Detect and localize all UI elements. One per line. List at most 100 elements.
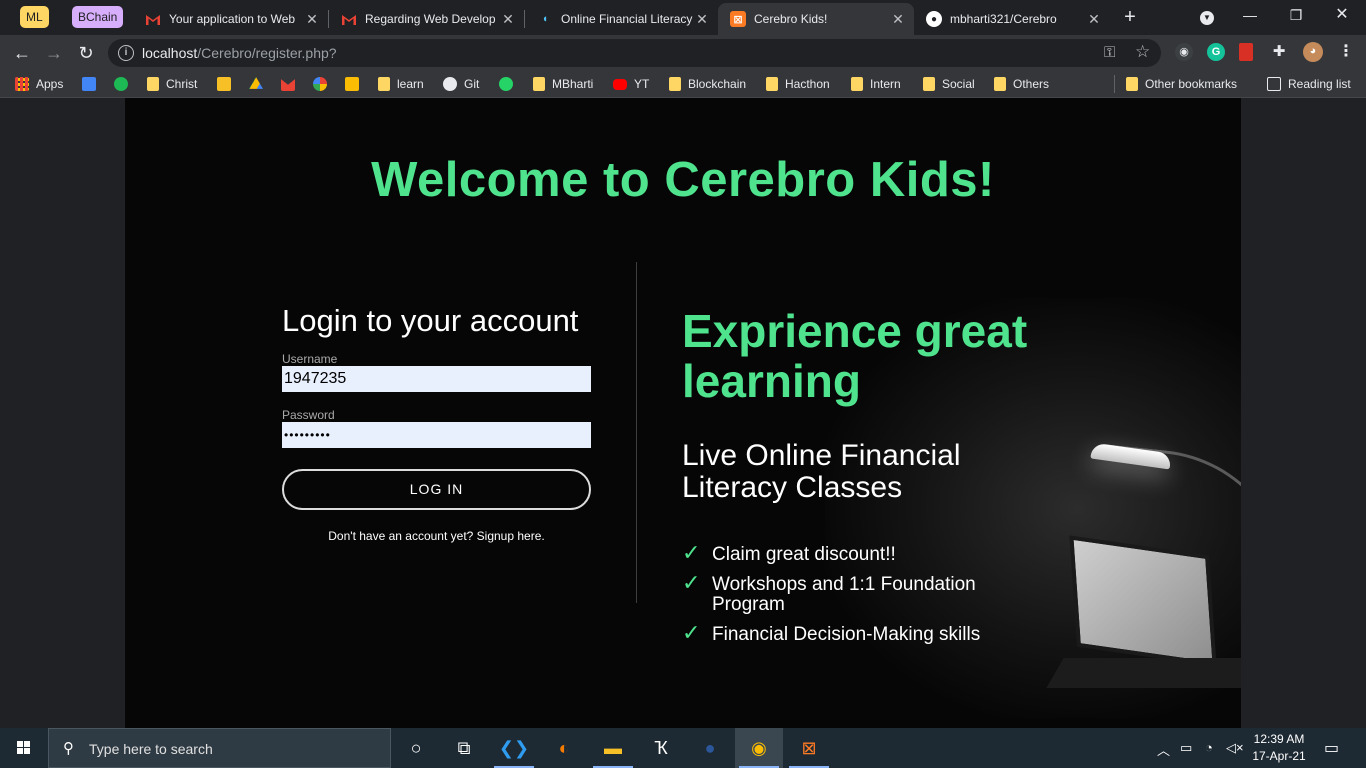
site-info-icon[interactable]: i (118, 45, 134, 61)
tab-financial-literacy[interactable]: ◖ Online Financial Literacy ✕ (525, 3, 718, 35)
signup-link[interactable]: Don't have an account yet? Signup here. (282, 529, 591, 543)
url-host: localhost (142, 45, 198, 61)
google-keep-icon (345, 77, 359, 91)
bookmark-mbharti[interactable]: MBharti (533, 75, 593, 93)
bookmark-star-icon[interactable]: ☆ (1135, 42, 1150, 62)
url-path: /Cerebro/register.php? (197, 45, 337, 61)
tab-title: mbharti321/Cerebro (950, 12, 1057, 26)
bookmarks-separator (1114, 75, 1115, 93)
tab-gmail-application[interactable]: Your application to Web ✕ (133, 3, 328, 35)
folder-icon (147, 77, 159, 91)
bookmark-intern[interactable]: Intern (851, 75, 901, 93)
tray-chevron-icon[interactable]: ︿ (1157, 740, 1170, 759)
forward-button[interactable]: → (40, 39, 68, 67)
notifications-icon[interactable]: ▭ (1324, 738, 1339, 758)
bookmark-sheets[interactable] (82, 75, 103, 93)
clock-date: 17-Apr-21 (1252, 749, 1306, 763)
restore-button[interactable]: ❐ (1273, 0, 1319, 32)
extensions-puzzle-icon[interactable]: ✚ (1270, 43, 1288, 61)
password-field[interactable]: ••••••••• (282, 422, 591, 448)
google-drive-icon (249, 77, 263, 89)
wifi-icon[interactable]: ◔ (1205, 740, 1213, 755)
bookmark-yt[interactable]: YT (613, 75, 649, 93)
profile-avatar[interactable]: ◕ (1303, 42, 1323, 62)
reading-list-icon (1267, 77, 1281, 91)
cortana-icon[interactable]: ○ (392, 728, 440, 768)
whatsapp-icon (499, 77, 513, 91)
word-icon[interactable]: ● (686, 728, 734, 768)
bookmark-christ[interactable]: Christ (147, 75, 197, 93)
eclipse-icon[interactable]: ◐ (540, 728, 588, 768)
tab-title: Regarding Web Develop (365, 12, 496, 26)
grammarly-icon[interactable]: G (1207, 43, 1225, 61)
promo-title: Exprience great learning (682, 305, 1028, 407)
close-tab-icon[interactable]: ✕ (694, 11, 710, 28)
extension-icon[interactable]: ◉ (1175, 43, 1193, 61)
start-button[interactable] (0, 728, 48, 768)
task-view-icon[interactable]: ⧉ (440, 728, 488, 768)
bookmark-photos[interactable] (313, 75, 334, 93)
bookmark-drive[interactable] (249, 75, 270, 93)
promo-subtitle: Live Online Financial Literacy Classes (682, 439, 961, 504)
close-tab-icon[interactable]: ✕ (1086, 11, 1102, 28)
login-button[interactable]: LOG IN (282, 469, 591, 510)
bookmark-social[interactable]: Social (923, 75, 975, 93)
bookmark-apps[interactable]: Apps (15, 75, 63, 93)
tab-search-button[interactable]: ▼ (1184, 0, 1230, 32)
folder-icon (533, 77, 545, 91)
folder-icon (378, 77, 390, 91)
close-tab-icon[interactable]: ✕ (500, 11, 516, 28)
file-explorer-icon[interactable]: ▬ (589, 728, 637, 768)
other-bookmarks-folder[interactable]: Other bookmarks (1126, 75, 1237, 93)
volume-muted-icon[interactable]: ◁× (1226, 740, 1244, 756)
bookmark-classroom[interactable] (217, 75, 238, 93)
close-tab-icon[interactable]: ✕ (304, 11, 320, 28)
bookmark-git[interactable]: Git (443, 75, 479, 93)
tab-github-cerebro[interactable]: ● mbharti321/Cerebro ✕ (914, 3, 1110, 35)
bookmark-spotify[interactable] (114, 75, 135, 93)
username-field[interactable]: 1947235 (282, 366, 591, 392)
chrome-icon[interactable]: ◉ (735, 728, 783, 768)
xampp-icon: ⊠ (730, 11, 746, 27)
key-icon[interactable]: ⚿ (1104, 44, 1115, 61)
folder-icon (669, 77, 681, 91)
search-placeholder: Type here to search (89, 741, 213, 757)
app-icon[interactable]: Ҡ (637, 728, 685, 768)
checkmark-icon: ✓ (682, 540, 701, 565)
bookmark-extension-icon[interactable] (1239, 43, 1253, 61)
background-laptop-screen (1069, 535, 1217, 667)
folder-icon (994, 77, 1006, 91)
close-tab-icon[interactable]: ✕ (890, 11, 906, 28)
bookmark-hacthon[interactable]: Hacthon (766, 75, 830, 93)
back-button[interactable]: ← (8, 39, 36, 67)
address-url[interactable]: localhost/Cerebro/register.php? (142, 45, 337, 61)
bookmark-learn[interactable]: learn (378, 75, 424, 93)
bookmark-whatsapp[interactable] (499, 75, 520, 93)
username-label: Username (282, 352, 338, 366)
vscode-icon[interactable]: ❮❯ (490, 728, 538, 768)
close-window-button[interactable]: ✕ (1319, 0, 1365, 32)
tab-group-bchain[interactable]: BChain (72, 6, 124, 28)
bookmark-blockchain[interactable]: Blockchain (669, 75, 746, 93)
tab-gmail-web-develop[interactable]: Regarding Web Develop ✕ (329, 3, 524, 35)
address-bar[interactable]: i localhost/Cerebro/register.php? ⚿ ☆ (108, 39, 1161, 67)
reload-button[interactable]: ↻ (72, 39, 100, 67)
clock-time: 12:39 AM (1253, 732, 1305, 746)
bookmark-gmail[interactable] (281, 75, 302, 93)
bookmark-keep[interactable] (345, 75, 366, 93)
xampp-icon[interactable]: ⊠ (785, 728, 833, 768)
battery-icon[interactable]: ▭ (1180, 740, 1192, 756)
windows-logo-icon (17, 741, 31, 755)
taskbar-clock[interactable]: 12:39 AM 17-Apr-21 (1252, 731, 1306, 765)
menu-kebab-icon[interactable]: ⋮ (1337, 43, 1355, 61)
taskbar-search-box[interactable]: ⚲ Type here to search (48, 728, 391, 768)
minimize-button[interactable]: — (1227, 0, 1273, 32)
checkmark-icon: ✓ (682, 620, 701, 645)
new-tab-button[interactable]: + (1120, 5, 1140, 29)
welcome-heading: Welcome to Cerebro Kids! (371, 153, 995, 207)
tab-cerebro-kids[interactable]: ⊠ Cerebro Kids! ✕ (718, 3, 914, 35)
tab-group-ml[interactable]: ML (20, 6, 49, 28)
gmail-icon (341, 11, 357, 27)
reading-list[interactable]: Reading list (1267, 75, 1351, 93)
bookmark-others[interactable]: Others (994, 75, 1049, 93)
